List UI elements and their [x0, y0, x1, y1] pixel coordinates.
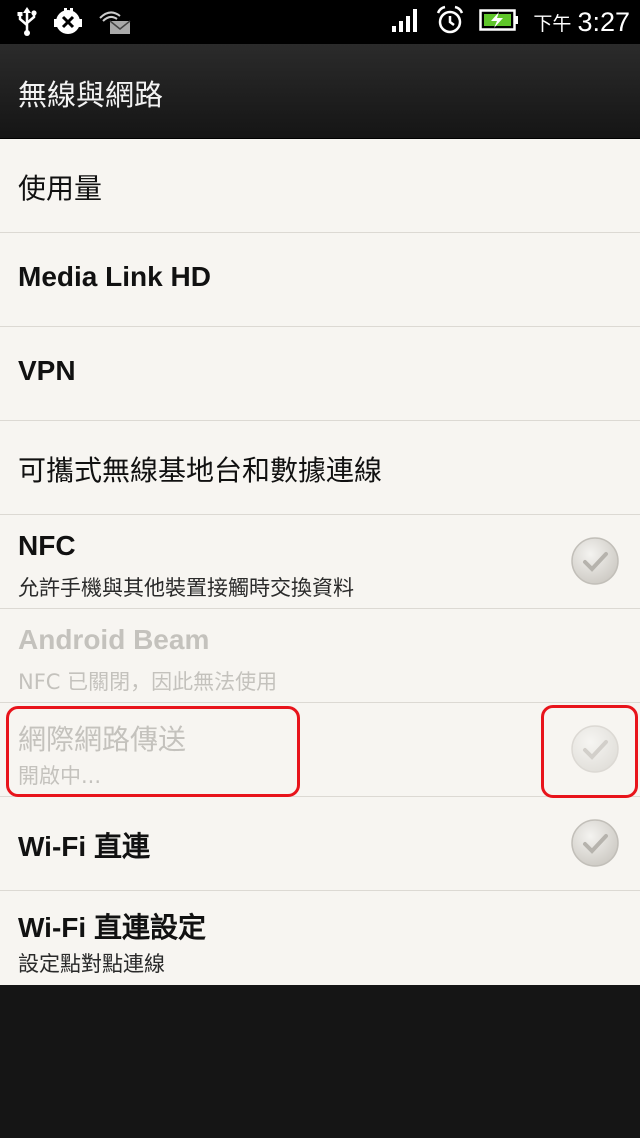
screen: 下午 3:27 無線與網路 使用量 Media Link HD VPN 可攜式無…	[0, 0, 640, 1138]
list-item-tethering[interactable]: 可攜式無線基地台和數據連線	[0, 421, 640, 515]
wifi-direct-checkbox[interactable]	[570, 818, 620, 868]
item-title: Wi-Fi 直連	[18, 831, 150, 862]
list-item-wifi-direct-settings[interactable]: Wi-Fi 直連設定 設定點對點連線	[0, 891, 640, 985]
item-subtitle: 設定點對點連線	[18, 952, 165, 976]
item-title: 使用量	[18, 172, 103, 205]
list-item-vpn[interactable]: VPN	[0, 327, 640, 421]
item-title: Media Link HD	[18, 261, 211, 292]
item-title: Wi-Fi 直連設定	[18, 912, 206, 943]
status-bar: 下午 3:27	[0, 0, 640, 44]
item-title: VPN	[18, 355, 76, 386]
highlight-box-title	[6, 706, 300, 797]
status-time: 3:27	[577, 6, 630, 37]
status-right-icons: 下午 3:27	[391, 4, 630, 40]
item-subtitle: NFC 已關閉，因此無法使用	[18, 670, 278, 694]
item-title: 可攜式無線基地台和數據連線	[18, 454, 383, 487]
list-item-android-beam[interactable]: Android Beam NFC 已關閉，因此無法使用	[0, 609, 640, 703]
signal-icon	[391, 7, 421, 37]
list-item-usage[interactable]: 使用量	[0, 139, 640, 233]
item-title: NFC	[18, 530, 76, 561]
settings-list: 使用量 Media Link HD VPN 可攜式無線基地台和數據連線 NFC …	[0, 139, 640, 985]
list-item-nfc[interactable]: NFC 允許手機與其他裝置接觸時交換資料	[0, 515, 640, 609]
notification-icon	[98, 8, 132, 40]
highlight-box-checkbox	[541, 705, 638, 798]
item-title: Android Beam	[18, 624, 210, 655]
battery-charging-icon	[479, 7, 519, 37]
status-left-icons	[16, 6, 132, 42]
list-item-wifi-direct[interactable]: Wi-Fi 直連	[0, 797, 640, 891]
title-bar: 無線與網路	[0, 44, 640, 139]
usb-icon	[16, 7, 38, 41]
list-item-media-link-hd[interactable]: Media Link HD	[0, 233, 640, 327]
status-ampm: 下午	[533, 12, 572, 35]
nfc-checkbox[interactable]	[570, 536, 620, 586]
page-title: 無線與網路	[18, 78, 164, 112]
android-debug-icon	[52, 6, 84, 42]
alarm-icon	[435, 5, 465, 39]
item-subtitle: 允許手機與其他裝置接觸時交換資料	[18, 576, 354, 600]
